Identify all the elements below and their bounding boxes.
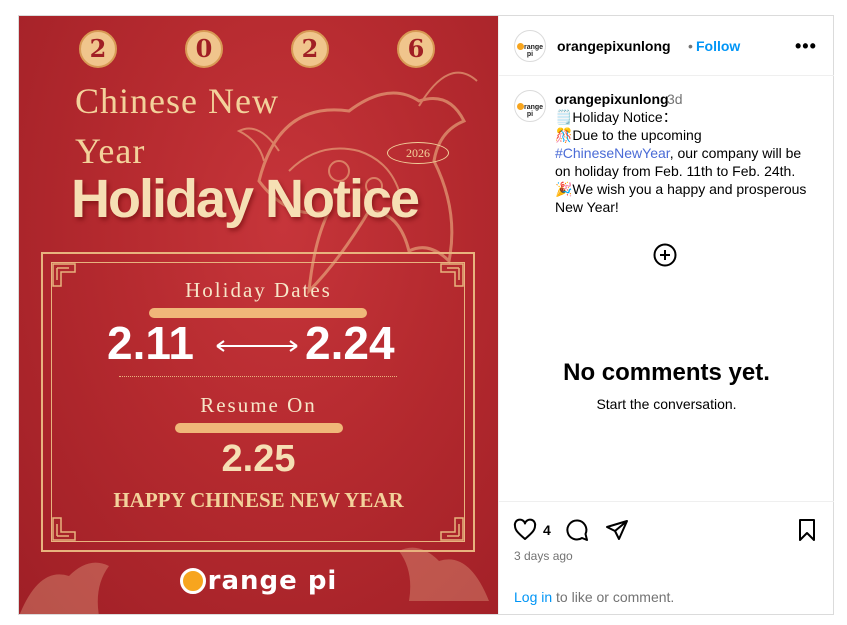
login-link[interactable]: Log in: [514, 589, 552, 605]
comment-icon[interactable]: [565, 518, 589, 542]
post-dialog: 2 0 2 6 Chinese New Year 2026 Holiday No…: [18, 15, 834, 615]
holiday-dates-label: Holiday Dates: [185, 278, 332, 302]
caption-line: 🎊Due to the upcoming #ChineseNewYear, ou…: [555, 127, 802, 179]
poster-title-line1: Chinese New: [75, 81, 279, 121]
avatar-logo: range pi: [515, 43, 545, 58]
orange-fruit-icon: [179, 568, 206, 594]
resume-label: Resume On: [200, 393, 317, 417]
like-heart-icon[interactable]: [513, 518, 537, 542]
caption-avatar[interactable]: range pi: [514, 90, 546, 122]
accent-bar: [175, 423, 343, 433]
post-image[interactable]: 2 0 2 6 Chinese New Year 2026 Holiday No…: [19, 16, 498, 614]
holiday-end-date: 2.24: [305, 317, 395, 369]
year-digit-coin: 0: [185, 30, 223, 68]
follow-button[interactable]: Follow: [696, 38, 740, 54]
holiday-start-date: 2.11: [107, 317, 194, 369]
caption-line: 🎉We wish you a happy and prosperous New …: [555, 181, 807, 215]
year-digit-coin: 2: [79, 30, 117, 68]
like-count[interactable]: 4: [543, 522, 551, 538]
no-comments-title: No comments yet.: [563, 359, 770, 386]
separator-dot: •: [688, 38, 693, 54]
avatar-logo: range pi: [515, 103, 545, 118]
post-actions: 4 3 days ago Log in to like or comment.: [499, 501, 834, 614]
caption-username-link[interactable]: orangepixunlong: [555, 91, 669, 107]
no-comments-subtitle: Start the conversation.: [596, 396, 737, 412]
year-coins: 2 0 2 6: [79, 30, 439, 70]
posted-ago[interactable]: 3 days ago: [514, 549, 573, 563]
share-icon[interactable]: [605, 518, 629, 542]
save-bookmark-icon[interactable]: [795, 518, 819, 542]
post-header: range pi orangepixunlong • Follow •••: [499, 16, 834, 76]
frame-corner-ornament: [440, 517, 464, 541]
hashtag-link[interactable]: #ChineseNewYear: [555, 145, 670, 161]
header-username-link[interactable]: orangepixunlong: [557, 38, 671, 54]
holiday-date-range: 2.11 2.24: [107, 316, 407, 376]
poster-title-line2: Year: [75, 131, 146, 171]
year-digit-coin: 2: [291, 30, 329, 68]
post-caption: 🗒️Holiday Notice： 🎊Due to the upcoming #…: [555, 108, 817, 216]
load-more-comments-icon[interactable]: [653, 243, 677, 267]
poster-headline: Holiday Notice: [71, 169, 420, 229]
logo-text: range pi: [207, 566, 338, 596]
caption-line: 🗒️Holiday Notice：: [555, 109, 677, 125]
year-badge: 2026: [387, 142, 449, 164]
login-prompt: Log in to like or comment.: [514, 589, 675, 605]
greeting-text: HAPPY CHINESE NEW YEAR: [113, 488, 404, 512]
dotted-divider: [119, 376, 397, 377]
post-sidebar: range pi orangepixunlong • Follow ••• ra…: [498, 16, 834, 614]
resume-date: 2.25: [221, 438, 296, 480]
avatar[interactable]: range pi: [514, 30, 546, 62]
more-options-icon[interactable]: •••: [795, 36, 817, 57]
post-age[interactable]: 3d: [667, 91, 683, 107]
orange-pi-logo: range pi: [19, 566, 498, 602]
frame-corner-ornament: [52, 517, 76, 541]
year-digit-coin: 6: [397, 30, 435, 68]
double-arrow-icon: [216, 340, 298, 352]
